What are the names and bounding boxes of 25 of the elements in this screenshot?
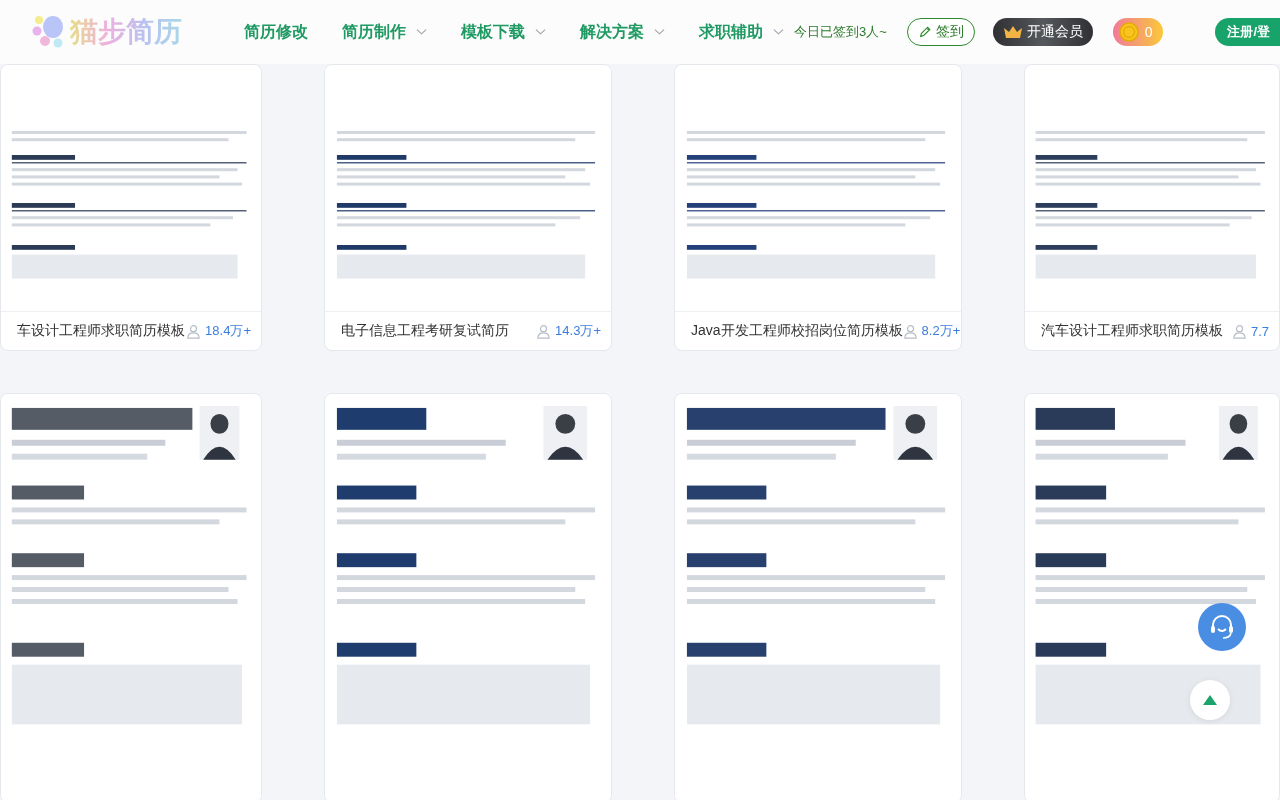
vip-button[interactable]: 开通会员 bbox=[992, 18, 1093, 46]
template-title[interactable]: Java开发工程师校招岗位简历模板 bbox=[691, 322, 903, 340]
checkin-note: 今日已签到3人~ bbox=[794, 23, 887, 41]
view-count: 14.3万+ bbox=[555, 322, 601, 340]
user-icon bbox=[536, 323, 552, 339]
template-card[interactable]: Java开发工程师校招岗位简历模板 8.2万+ bbox=[674, 64, 962, 351]
pencil-icon bbox=[917, 25, 932, 39]
template-card[interactable]: 车设计工程师求职简历模板 18.4万+ bbox=[0, 64, 262, 351]
user-icon bbox=[1231, 323, 1247, 339]
template-card[interactable]: 电子信息工程考研复试简历 14.3万+ bbox=[324, 64, 612, 351]
template-title[interactable]: 汽车设计工程师求职简历模板 bbox=[1041, 322, 1223, 340]
view-count: 8.2万+ bbox=[921, 322, 961, 340]
headset-icon bbox=[1208, 613, 1236, 641]
coin-icon bbox=[1118, 22, 1139, 42]
template-title[interactable]: 车设计工程师求职简历模板 bbox=[17, 322, 185, 340]
user-icon bbox=[902, 323, 918, 339]
view-count: 18.4万+ bbox=[205, 322, 251, 340]
view-count: 7.7 bbox=[1250, 323, 1269, 339]
crown-icon bbox=[1002, 24, 1023, 40]
template-title[interactable]: 电子信息工程考研复试简历 bbox=[341, 322, 509, 340]
user-icon bbox=[186, 323, 202, 339]
up-triangle-icon bbox=[1203, 695, 1217, 705]
paw-icon bbox=[32, 15, 66, 49]
checkin-button[interactable]: 签到 bbox=[906, 18, 975, 46]
template-card[interactable]: 汽车设计工程师求职简历模板 7.7 bbox=[1024, 64, 1280, 351]
